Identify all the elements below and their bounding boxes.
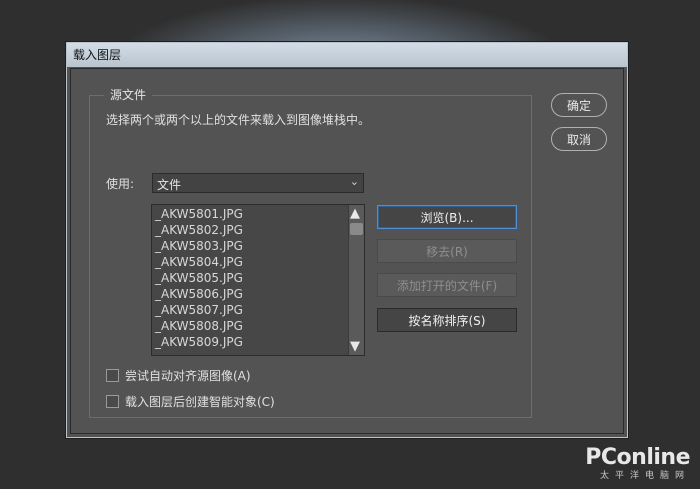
dialog-titlebar[interactable]: 载入图层: [67, 43, 627, 67]
dialog-body: 源文件 选择两个或两个以上的文件来载入到图像堆栈中。 使用: 文件 ⌄ _AKW…: [70, 68, 624, 434]
source-files-group: 源文件 选择两个或两个以上的文件来载入到图像堆栈中。 使用: 文件 ⌄ _AKW…: [89, 86, 532, 418]
file-list-scrollbar[interactable]: ▲ ▼: [348, 205, 364, 355]
file-list[interactable]: _AKW5801.JPG _AKW5802.JPG _AKW5803.JPG _…: [151, 204, 365, 356]
smart-object-checkbox[interactable]: [106, 395, 119, 408]
list-item[interactable]: _AKW5809.JPG: [155, 335, 243, 351]
auto-align-option[interactable]: 尝试自动对齐源图像(A): [106, 367, 251, 384]
ok-button[interactable]: 确定: [551, 93, 607, 117]
browse-button[interactable]: 浏览(B)...: [377, 205, 517, 229]
load-layers-dialog: 载入图层 源文件 选择两个或两个以上的文件来载入到图像堆栈中。 使用: 文件 ⌄…: [66, 42, 628, 438]
use-select[interactable]: 文件 ⌄: [152, 173, 364, 193]
group-description: 选择两个或两个以上的文件来载入到图像堆栈中。: [106, 113, 371, 127]
watermark: PConline 太平洋电脑网: [585, 445, 690, 481]
add-open-files-button[interactable]: 添加打开的文件(F): [377, 273, 517, 297]
remove-button[interactable]: 移去(R): [377, 239, 517, 263]
scroll-thumb[interactable]: [350, 223, 363, 235]
list-item[interactable]: _AKW5803.JPG: [155, 239, 243, 255]
auto-align-label: 尝试自动对齐源图像(A): [125, 369, 251, 383]
smart-object-label: 载入图层后创建智能对象(C): [125, 395, 275, 409]
group-legend: 源文件: [104, 86, 153, 103]
list-item[interactable]: _AKW5804.JPG: [155, 255, 243, 271]
use-select-value: 文件: [157, 178, 182, 192]
scroll-down-arrow-icon[interactable]: ▼: [350, 339, 360, 354]
list-item[interactable]: _AKW5802.JPG: [155, 223, 243, 239]
smart-object-option[interactable]: 载入图层后创建智能对象(C): [106, 393, 275, 410]
dialog-title: 载入图层: [73, 48, 122, 62]
list-item[interactable]: _AKW5801.JPG: [155, 207, 243, 223]
watermark-sub: 太平洋电脑网: [599, 471, 690, 481]
list-item[interactable]: _AKW5807.JPG: [155, 303, 243, 319]
list-item[interactable]: _AKW5805.JPG: [155, 271, 243, 287]
watermark-brand: PConline: [585, 445, 690, 470]
sort-by-name-button[interactable]: 按名称排序(S): [377, 308, 517, 332]
list-item[interactable]: _AKW5808.JPG: [155, 319, 243, 335]
scroll-up-arrow-icon[interactable]: ▲: [350, 206, 360, 221]
chevron-down-icon: ⌄: [349, 175, 359, 188]
cancel-button[interactable]: 取消: [551, 127, 607, 151]
use-label: 使用:: [106, 177, 135, 191]
auto-align-checkbox[interactable]: [106, 369, 119, 382]
list-item[interactable]: _AKW5806.JPG: [155, 287, 243, 303]
